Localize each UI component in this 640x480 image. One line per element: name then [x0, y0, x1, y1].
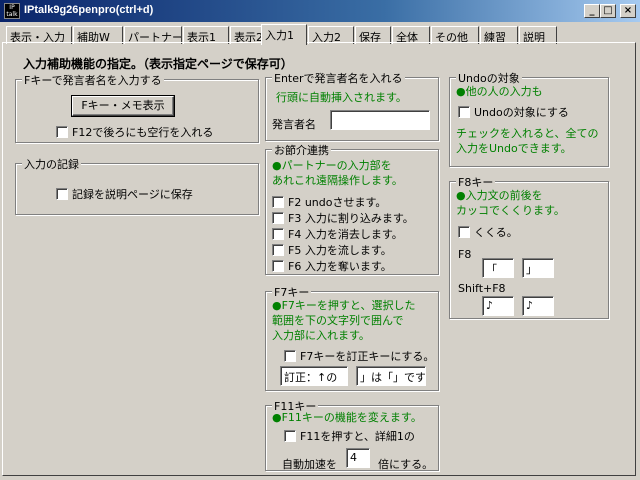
undo-note: ●他の人の入力も — [456, 85, 543, 98]
f7-correction-checkbox[interactable]: F7キーを訂正キーにする。 — [284, 348, 435, 363]
undo-target-checkbox[interactable]: Undoの対象にする — [458, 104, 569, 119]
f8-key-group: F8キー ●入力文の前後を カッコでくくります。 くくる。 F8 「 」 Shi… — [449, 174, 609, 319]
undo-checkbox-box[interactable] — [458, 106, 470, 118]
f3-checkbox-box[interactable] — [272, 212, 284, 224]
tab-strip: 表示・入力 補助W パートナー 表示1 表示2 入力1 入力2 保存 全体 その… — [2, 24, 638, 45]
f11-detail-checkbox[interactable]: F11を押すと、詳細1の — [284, 428, 415, 443]
record-group: 入力の記録 記録を説明ページに保存 — [15, 156, 259, 215]
shift-f8-open-input[interactable]: ♪ — [482, 296, 514, 316]
f4-checkbox-box[interactable] — [272, 228, 284, 240]
page-heading: 入力補助機能の指定。（表示指定ページで保存可） — [23, 57, 293, 71]
shift-f8-close-input[interactable]: ♪ — [522, 296, 554, 316]
speaker-name-label: 発言者名 — [272, 118, 316, 131]
auto-accel-input[interactable]: 4 — [346, 448, 370, 468]
f12-checkbox-box[interactable] — [56, 126, 68, 138]
f8-open-input[interactable]: 「 — [482, 258, 514, 278]
f12-blank-line-checkbox[interactable]: F12で後ろにも空行を入れる — [56, 124, 214, 139]
f8-checkbox-box[interactable] — [458, 226, 470, 238]
undo-note-3: 入力をUndoできます。 — [456, 142, 572, 155]
undo-note-2: チェックを入れると、全ての — [456, 127, 599, 140]
f2-checkbox-box[interactable] — [272, 196, 284, 208]
partner-group-title: お節介連携 — [272, 142, 331, 158]
fkey-memo-button[interactable]: Fキー・メモ表示 — [72, 96, 174, 116]
partner-note-1: ●パートナーの入力部を — [272, 159, 392, 172]
f3-checkbox-label: F3 入力に割り込みます。 — [288, 212, 414, 225]
app-icon: IP talk — [4, 3, 20, 19]
f7-note-2: 範囲を下の文字列で囲んで — [272, 314, 404, 327]
f8-note-1: ●入力文の前後を — [456, 189, 543, 202]
shift-f8-label: Shift+F8 — [458, 282, 506, 295]
f12-checkbox-label: F12で後ろにも空行を入れる — [72, 126, 214, 139]
title-bar: IP talk IPtalk9g26penpro(ctrl+d) _ □ × — [0, 0, 640, 22]
enter-speaker-group: Enterで発言者名を入れる 行頭に自動挿入されます。 発言者名 — [265, 70, 439, 141]
record-group-title: 入力の記録 — [22, 156, 81, 172]
f2-undo-checkbox[interactable]: F2 undoさせます。 — [272, 194, 387, 209]
fkey-speaker-group: Fキーで発言者名を入力する Fキー・メモ表示 F12で後ろにも空行を入れる — [15, 72, 259, 143]
f5-checkbox-box[interactable] — [272, 244, 284, 256]
f7-key-group: F7キー ●F7キーを押すと、選択した 範囲を下の文字列で囲んで 入力部に入れま… — [265, 284, 439, 391]
f5-checkbox-label: F5 入力を流します。 — [288, 244, 392, 257]
save-record-checkbox[interactable]: 記録を説明ページに保存 — [56, 186, 193, 201]
f5-flush-checkbox[interactable]: F5 入力を流します。 — [272, 242, 392, 257]
f4-checkbox-label: F4 入力を消去します。 — [288, 228, 403, 241]
f7-suffix-input[interactable]: 」は「」です — [356, 366, 426, 386]
f8-close-input[interactable]: 」 — [522, 258, 554, 278]
window-title: IPtalk9g26penpro(ctrl+d) — [24, 4, 154, 16]
tab-input1[interactable]: 入力1 — [261, 24, 307, 45]
f7-note-1: ●F7キーを押すと、選択した — [272, 299, 416, 312]
auto-accel-suffix: 倍にする。 — [378, 458, 434, 471]
undo-checkbox-label: Undoの対象にする — [474, 106, 569, 119]
minimize-button[interactable]: _ — [584, 4, 600, 18]
f8-checkbox-label: くくる。 — [474, 226, 518, 239]
f8-note-2: カッコでくくります。 — [456, 204, 565, 217]
enter-auto-insert-note: 行頭に自動挿入されます。 — [276, 91, 407, 104]
tab-page-input1: 入力補助機能の指定。（表示指定ページで保存可） Fキーで発言者名を入力する Fキ… — [2, 42, 636, 476]
speaker-name-input[interactable] — [330, 110, 430, 130]
partner-remote-group: お節介連携 ●パートナーの入力部を あれこれ遠隔操作します。 F2 undoさせ… — [265, 142, 439, 275]
f11-checkbox-box[interactable] — [284, 430, 296, 442]
f6-steal-checkbox[interactable]: F6 入力を奪います。 — [272, 258, 392, 273]
save-record-checkbox-label: 記録を説明ページに保存 — [72, 188, 193, 201]
fkey-group-title: Fキーで発言者名を入力する — [22, 72, 164, 88]
partner-note-2: あれこれ遠隔操作します。 — [272, 174, 403, 187]
f8-label: F8 — [458, 248, 472, 261]
f7-checkbox-box[interactable] — [284, 350, 296, 362]
enter-group-title: Enterで発言者名を入れる — [272, 70, 405, 86]
f11-key-group: F11キー ●F11キーの機能を変えます。 F11を押すと、詳細1の 自動加速を… — [265, 398, 439, 471]
close-button[interactable]: × — [620, 4, 636, 18]
f11-note: ●F11キーの機能を変えます。 — [272, 411, 422, 424]
f7-checkbox-label: F7キーを訂正キーにする。 — [300, 350, 435, 363]
auto-accel-label: 自動加速を — [282, 458, 337, 471]
f4-clear-checkbox[interactable]: F4 入力を消去します。 — [272, 226, 403, 241]
f6-checkbox-label: F6 入力を奪います。 — [288, 260, 392, 273]
f7-note-3: 入力部に入れます。 — [272, 329, 370, 342]
f6-checkbox-box[interactable] — [272, 260, 284, 272]
save-record-checkbox-box[interactable] — [56, 188, 68, 200]
f8-wrap-checkbox[interactable]: くくる。 — [458, 224, 518, 239]
f2-checkbox-label: F2 undoさせます。 — [288, 196, 387, 209]
f11-checkbox-label: F11を押すと、詳細1の — [300, 430, 415, 443]
f3-interrupt-checkbox[interactable]: F3 入力に割り込みます。 — [272, 210, 414, 225]
f7-prefix-input[interactable]: 訂正：↑の — [280, 366, 348, 386]
maximize-button[interactable]: □ — [600, 4, 616, 18]
undo-target-group: Undoの対象 ●他の人の入力も Undoの対象にする チェックを入れると、全て… — [449, 70, 609, 167]
